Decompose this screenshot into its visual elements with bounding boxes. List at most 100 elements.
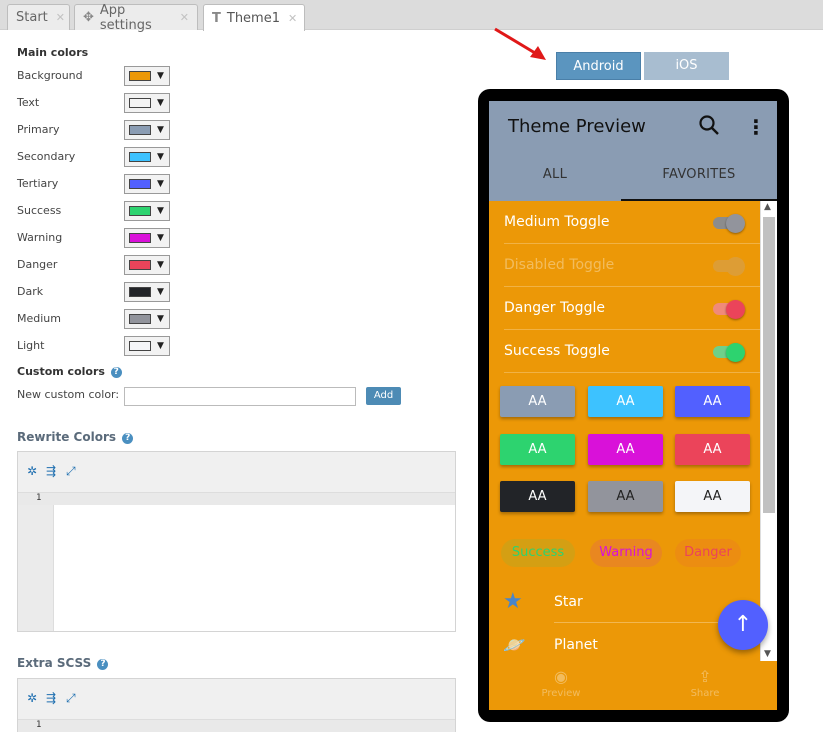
color-label: Background [17,69,83,82]
color-label: Tertiary [17,177,59,190]
color-aa-button[interactable]: AA [675,386,750,417]
fullscreen-icon[interactable]: ⤢ [66,464,76,479]
search-icon[interactable] [698,114,720,136]
bottom-nav-share[interactable]: ⇪ Share [665,667,745,699]
tab-theme1[interactable]: T Theme1 ✕ [203,4,305,31]
tab-all[interactable]: ALL [489,158,621,201]
color-swatch [129,71,151,81]
new-custom-color-label: New custom color: [17,388,120,401]
preview-title: Theme Preview [508,116,646,137]
toggle-label: Success Toggle [504,343,610,359]
tab-label: Start [16,10,48,25]
fab-button[interactable]: ↑ [718,600,768,650]
color-aa-button[interactable]: AA [500,434,575,465]
chip-warning[interactable]: Warning [590,539,662,567]
star-icon: ★ [503,589,523,614]
extra-scss-editor[interactable]: ✲ ⇶ ⤢ 1 [17,678,456,732]
add-button[interactable]: Add [366,387,401,405]
toggle-row[interactable]: Medium Toggle [489,201,760,244]
toggle-label: Danger Toggle [504,300,605,316]
ios-button[interactable]: iOS [644,52,729,80]
color-aa-button[interactable]: AA [675,481,750,512]
color-picker[interactable]: ▼ [124,93,170,113]
color-picker[interactable]: ▼ [124,309,170,329]
color-picker[interactable]: ▼ [124,336,170,356]
color-aa-button[interactable]: AA [588,434,663,465]
palette-icon: ◉ [554,667,568,686]
settings-icon[interactable]: ✲ [27,464,37,478]
chevron-down-icon: ▼ [157,71,164,81]
color-swatch [129,98,151,108]
help-icon[interactable]: ? [110,367,122,378]
tab-start[interactable]: Start ✕ [7,4,70,30]
chip-success[interactable]: Success [501,539,575,567]
editor-toolbar: ✲ ⇶ ⤢ [18,452,455,493]
rewrite-colors-title: Rewrite Colors [17,430,117,444]
indent-icon[interactable]: ⇶ [46,691,56,705]
color-swatch [129,341,151,351]
settings-icon[interactable]: ✲ [27,691,37,705]
share-icon: ⇪ [698,667,712,686]
toggle-switch[interactable] [713,300,745,319]
color-aa-button[interactable]: AA [500,481,575,512]
tab-label: App settings [99,2,152,33]
toggle-row[interactable]: Danger Toggle [489,287,760,330]
editor-gutter [18,493,54,631]
bottom-nav-preview[interactable]: ◉ Preview [521,667,601,699]
color-aa-button[interactable]: AA [675,434,750,465]
help-icon[interactable]: ? [97,659,109,670]
close-icon[interactable]: ✕ [56,11,65,24]
toggle-switch[interactable] [713,343,745,362]
rewrite-colors-heading: Rewrite Colors ? [17,430,134,444]
color-picker[interactable]: ▼ [124,255,170,275]
list-item-label: Star [554,594,583,610]
custom-colors-label: Custom colors [17,365,105,378]
scroll-down-icon[interactable]: ▼ [764,649,771,659]
new-custom-color-input[interactable] [124,387,356,406]
chip-danger[interactable]: Danger [675,539,741,567]
toggle-knob [726,214,745,233]
color-picker[interactable]: ▼ [124,282,170,302]
tab-favorites[interactable]: FAVORITES [621,158,777,201]
list-item-label: Planet [554,637,598,653]
planet-icon: 🪐 [503,635,526,656]
toggle-switch[interactable] [713,214,745,233]
toggle-row[interactable]: Success Toggle [489,330,760,373]
color-row-tertiary: Tertiary ▼ [17,174,177,197]
more-vertical-icon[interactable]: ⋮ [746,115,766,139]
android-button[interactable]: Android [556,52,641,80]
color-picker[interactable]: ▼ [124,66,170,86]
color-row-medium: Medium ▼ [17,309,177,332]
color-aa-button[interactable]: AA [588,481,663,512]
rewrite-colors-editor[interactable]: ✲ ⇶ ⤢ 1 [17,451,456,632]
color-swatch [129,179,151,189]
scroll-thumb[interactable] [763,217,775,513]
fullscreen-icon[interactable]: ⤢ [66,691,76,706]
color-aa-button[interactable]: AA [588,386,663,417]
custom-colors-title: Custom colors ? [17,365,122,378]
bottom-nav-label: Preview [541,688,581,699]
close-icon[interactable]: ✕ [180,11,189,24]
extra-scss-title: Extra SCSS [17,656,92,670]
color-label: Primary [17,123,60,136]
color-picker[interactable]: ▼ [124,201,170,221]
color-picker[interactable]: ▼ [124,120,170,140]
color-swatch [129,314,151,324]
close-icon[interactable]: ✕ [288,12,297,25]
chevron-down-icon: ▼ [157,206,164,216]
tab-app-settings[interactable]: ✥ App settings ✕ [74,2,198,33]
color-picker[interactable]: ▼ [124,174,170,194]
scroll-up-icon[interactable]: ▲ [764,202,771,212]
chevron-down-icon: ▼ [157,287,164,297]
color-aa-button[interactable]: AA [500,386,575,417]
help-icon[interactable]: ? [122,433,134,444]
color-picker[interactable]: ▼ [124,147,170,167]
chevron-down-icon: ▼ [157,260,164,270]
color-row-success: Success ▼ [17,201,177,224]
toggle-knob [726,257,745,276]
indent-icon[interactable]: ⇶ [46,464,56,478]
color-picker[interactable]: ▼ [124,228,170,248]
theme-icon: T [212,10,221,26]
color-label: Warning [17,231,63,244]
preview-scrollbar[interactable]: ▲ ▼ [760,201,777,661]
